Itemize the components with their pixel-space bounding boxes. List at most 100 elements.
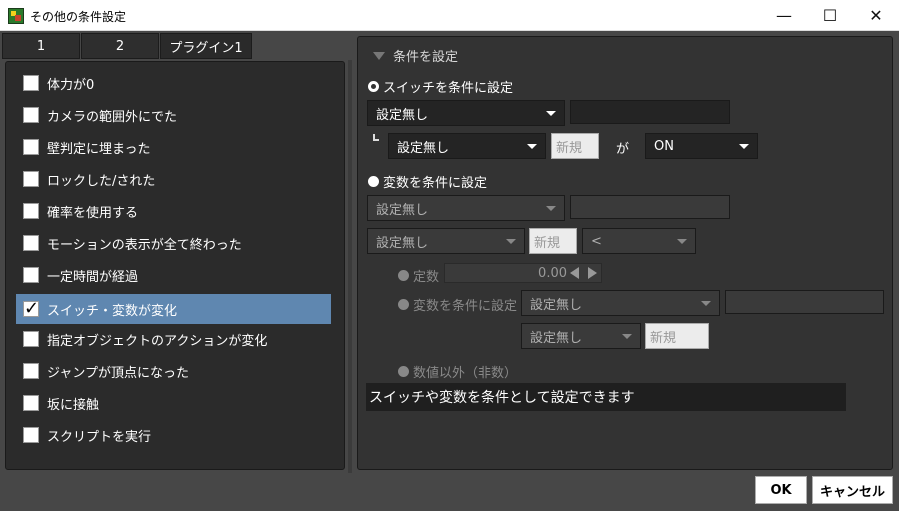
condition-item[interactable]: スクリプトを実行 [16,420,331,450]
non-numeric-label: 数値以外（非数） [413,366,518,381]
compare-variable-select-value: 設定無し [530,297,583,313]
condition-label: 確率を使用する [47,205,139,221]
tab-1[interactable]: 1 [2,33,80,59]
condition-label: スイッチ・変数が変化 [47,303,178,319]
compare-variable-sub-select[interactable]: 設定無し [521,323,641,349]
section-title: 条件を設定 [393,50,459,65]
variable-select-value: 設定無し [376,202,429,218]
checkbox[interactable] [23,363,39,379]
app-icon [8,8,24,24]
switch-select-value: 設定無し [376,107,429,123]
decrement-icon[interactable] [570,267,579,279]
condition-item[interactable]: 壁判定に埋まった [16,132,331,162]
variable-sub-select-value: 設定無し [376,235,429,251]
checkbox[interactable] [23,75,39,91]
constant-value: 0.00 [538,265,567,281]
close-button[interactable]: ✕ [853,0,899,31]
condition-item[interactable]: 指定オブジェクトのアクションが変化 [16,324,331,354]
checkbox[interactable] [23,139,39,155]
checkbox[interactable] [23,107,39,123]
chevron-down-icon [677,239,687,244]
condition-label: ロックした/された [47,173,156,189]
radio-icon [398,299,409,310]
checkbox-checked[interactable] [23,298,39,319]
compare-variable-radio[interactable]: 変数を条件に設定 [398,295,517,314]
section-header[interactable]: 条件を設定 [373,46,458,65]
description-text: スイッチや変数を条件として設定できます [366,383,846,411]
new-button[interactable]: 新規 [529,228,577,254]
switch-state-value: ON [654,138,674,154]
condition-item[interactable]: 確率を使用する [16,196,331,226]
switch-state-select[interactable]: ON [645,133,758,159]
chevron-down-icon [622,334,632,339]
chevron-down-icon [546,111,556,116]
compare-variable-label: 変数を条件に設定 [413,299,518,314]
radio-selected-icon [368,81,379,92]
title-bar: その他の条件設定 — ☐ ✕ [0,0,899,31]
condition-label: 壁判定に埋まった [47,141,151,157]
checkbox[interactable] [23,235,39,251]
chevron-down-icon [506,239,516,244]
new-button[interactable]: 新規 [645,323,709,349]
switch-radio-label: スイッチを条件に設定 [383,81,514,96]
condition-label: モーションの表示が全て終わった [47,237,242,253]
new-button[interactable]: 新規 [551,133,599,159]
checkbox[interactable] [23,267,39,283]
minimize-button[interactable]: — [761,0,807,31]
maximize-button[interactable]: ☐ [807,0,853,31]
radio-icon [368,176,379,187]
checkbox[interactable] [23,331,39,347]
switch-radio[interactable]: スイッチを条件に設定 [368,77,513,96]
radio-icon [398,270,409,281]
constant-radio[interactable]: 定数 [398,266,439,285]
variable-radio[interactable]: 変数を条件に設定 [368,172,487,191]
window-title: その他の条件設定 [30,10,127,24]
condition-item[interactable]: モーションの表示が全て終わった [16,228,331,258]
non-numeric-radio[interactable]: 数値以外（非数） [398,362,517,381]
chevron-down-icon [546,206,556,211]
operator-select[interactable]: < [582,228,696,254]
checkbox[interactable] [23,395,39,411]
condition-label: スクリプトを実行 [47,429,152,445]
switch-select[interactable]: 設定無し [367,100,565,126]
variable-sub-select[interactable]: 設定無し [367,228,525,254]
compare-variable-sub-select-value: 設定無し [530,330,583,346]
condition-item[interactable]: 坂に接触 [16,388,331,418]
checkbox[interactable] [23,171,39,187]
collapse-icon [373,51,385,60]
tab-2[interactable]: 2 [81,33,159,59]
switch-sub-select[interactable]: 設定無し [388,133,546,159]
switch-sub-select-value: 設定無し [397,140,450,156]
condition-item-selected[interactable]: スイッチ・変数が変化 [16,294,331,324]
ok-button[interactable]: OK [755,476,807,504]
condition-label: 坂に接触 [47,397,100,413]
condition-item[interactable]: 体力が0 [16,68,331,98]
checkbox[interactable] [23,427,39,443]
condition-list: 体力が0 カメラの範囲外にでた 壁判定に埋まった ロックした/された 確率を使用… [5,61,345,470]
condition-item[interactable]: ジャンプが頂点になった [16,356,331,386]
condition-label: 一定時間が経過 [47,269,139,285]
switch-name-field[interactable] [570,100,730,124]
condition-item[interactable]: カメラの範囲外にでた [16,100,331,130]
cancel-button[interactable]: キャンセル [812,476,893,504]
variable-name-field[interactable] [570,195,730,219]
compare-variable-name-field[interactable] [725,290,884,314]
variable-select[interactable]: 設定無し [367,195,565,221]
ga-label: が [616,142,630,157]
condition-item[interactable]: 一定時間が経過 [16,260,331,290]
condition-label: ジャンプが頂点になった [47,365,189,381]
increment-icon[interactable] [588,267,597,279]
checkbox[interactable] [23,203,39,219]
indent-corner-icon [373,134,379,141]
panel-splitter[interactable] [348,60,352,473]
chevron-down-icon [701,301,711,306]
radio-icon [398,366,409,377]
condition-label: 体力が0 [47,77,95,93]
constant-radio-label: 定数 [413,270,440,285]
variable-radio-label: 変数を条件に設定 [383,176,488,191]
tab-plugin1[interactable]: プラグイン1 [160,33,252,59]
operator-value: < [591,233,602,249]
chevron-down-icon [527,144,537,149]
compare-variable-select[interactable]: 設定無し [521,290,720,316]
condition-item[interactable]: ロックした/された [16,164,331,194]
